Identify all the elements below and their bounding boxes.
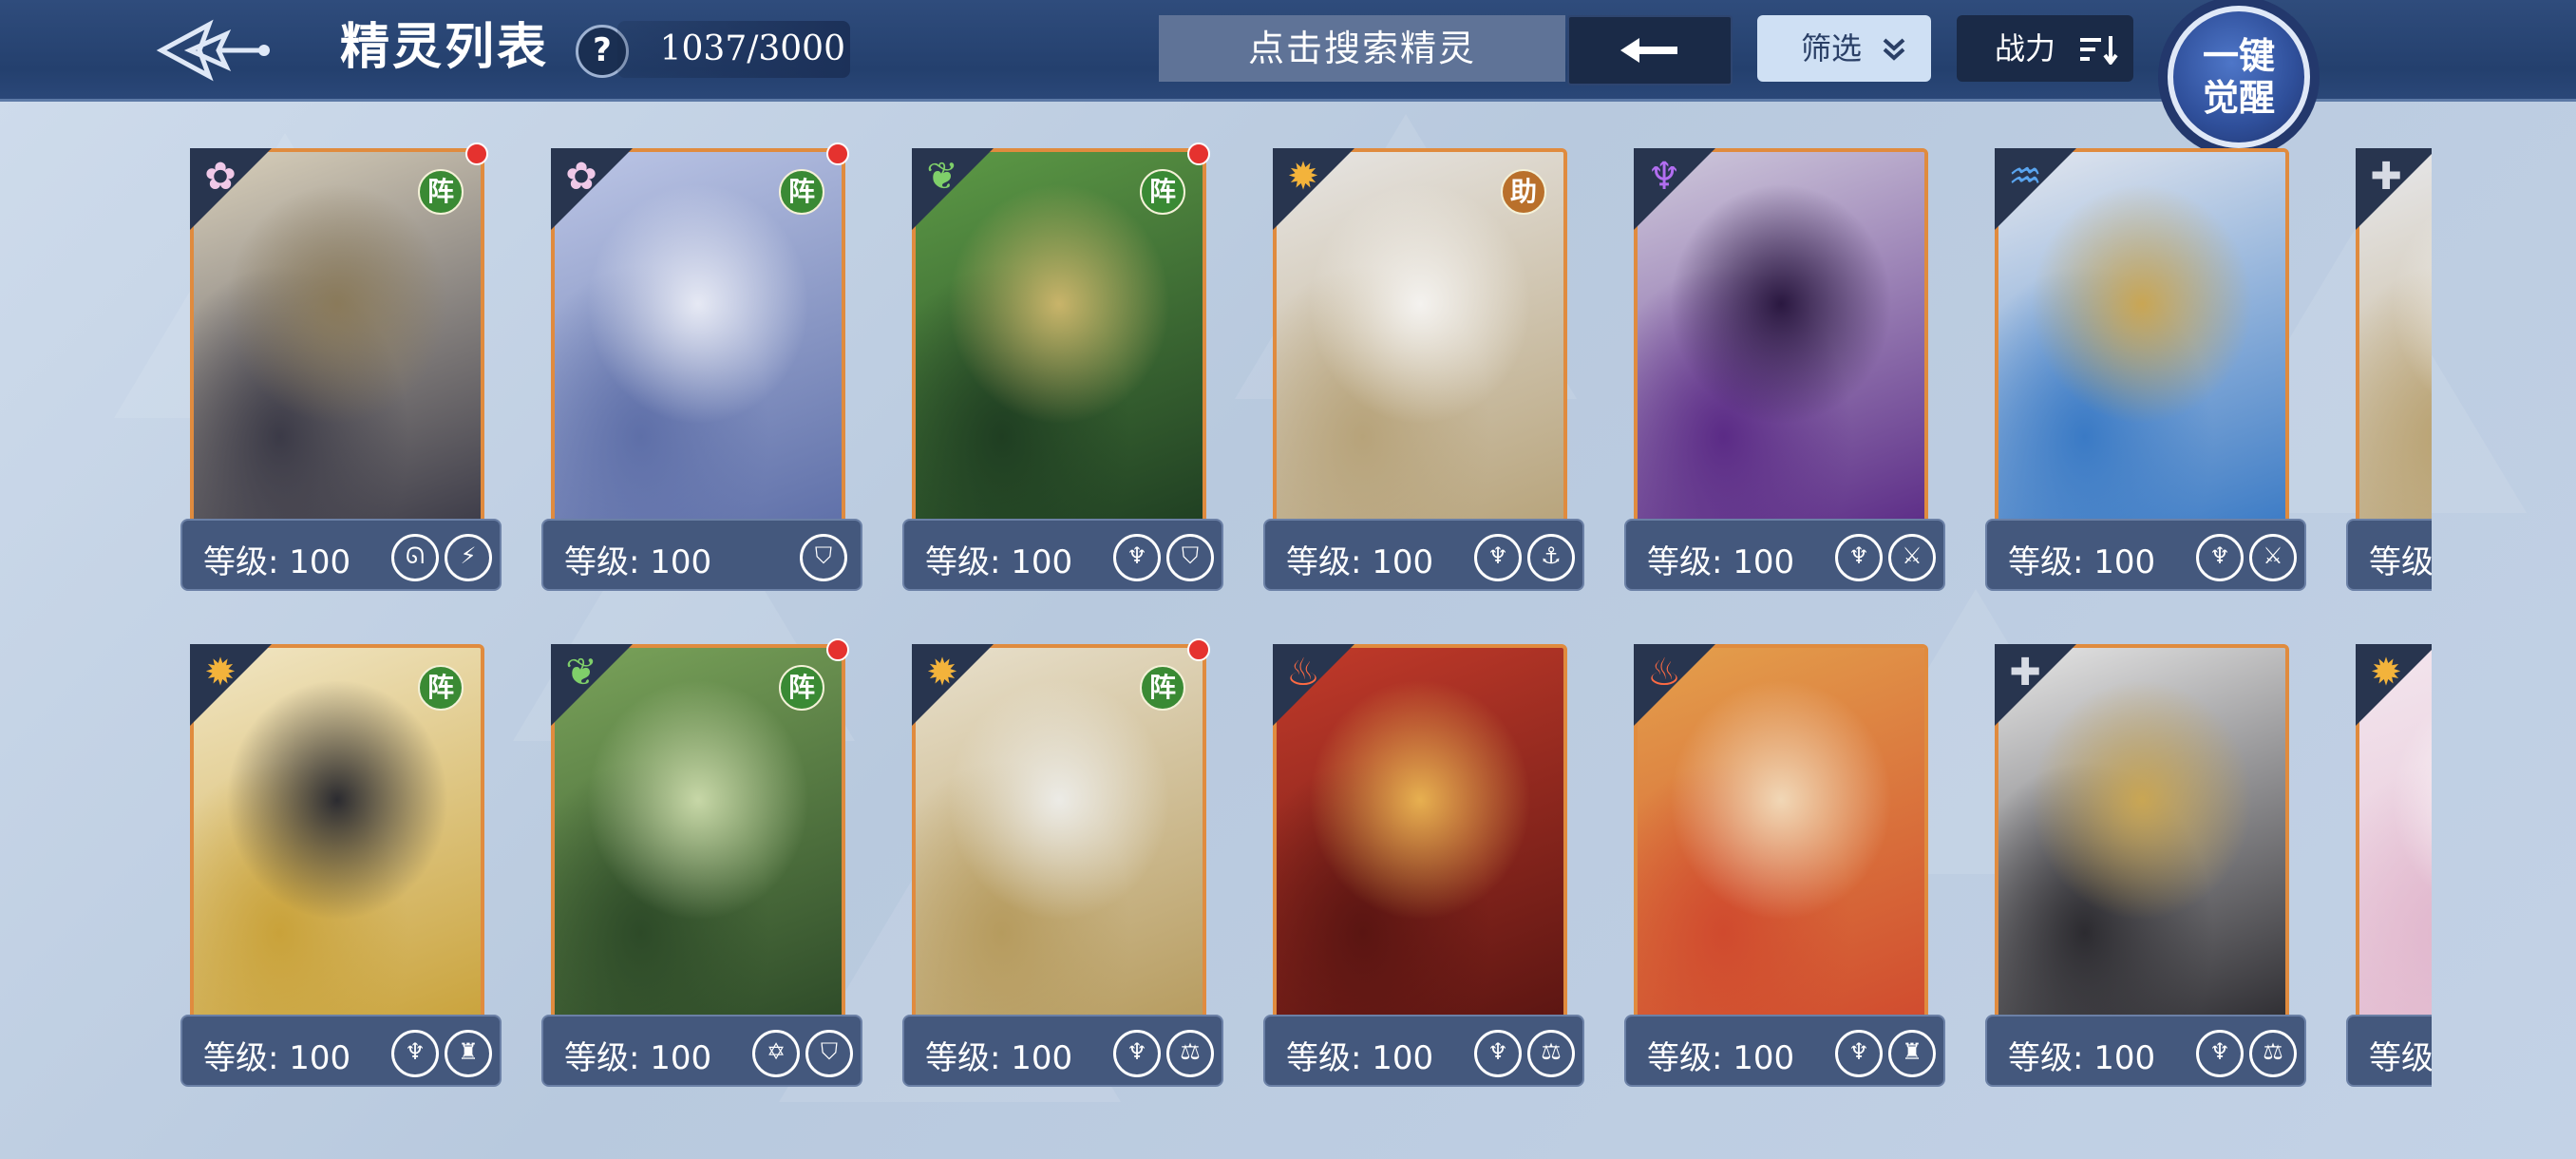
spirit-card[interactable]: ✹ 等级 (2346, 644, 2432, 1100)
spirit-card[interactable]: ✿ 阵等级: 100 ⛉ (541, 142, 864, 604)
trident-icon: ♆ (1113, 1030, 1161, 1077)
trident-icon: ♆ (1835, 1030, 1883, 1077)
spirit-card[interactable]: ✿ 阵等级: 100 ᘏ ⚡ (180, 142, 503, 604)
demon-icon: ♆ (1647, 155, 1681, 199)
shield-icon: ⛉ (800, 534, 847, 581)
spirit-card[interactable]: ✹ 阵等级: 100 ♆ ⚖ (902, 638, 1225, 1100)
cross-icon: ✚ (2009, 651, 2041, 694)
notification-dot (1187, 142, 1210, 165)
fire-icon: ♨ (1286, 651, 1320, 694)
spirit-card[interactable]: ✹ 助等级: 100 ♆ ⚓ (1263, 148, 1586, 604)
level-text: 等级: 100 (1286, 543, 1434, 581)
sun-icon: ✹ (1287, 155, 1319, 199)
level-plate: 等级: 100 ᘏ ⚡ (180, 519, 502, 591)
spirit-grid: ✿ 阵等级: 100 ᘏ ⚡ ✿ 阵等级: 100 ⛉ ❦ 阵等级: 100 ♆ ⛉ ✹ 助等级: 10… (0, 0, 2432, 1159)
trident-icon: ♆ (1474, 534, 1522, 581)
team-badge: 阵 (779, 169, 824, 215)
scale-icon: ⚖ (1166, 1030, 1214, 1077)
star-icon: ✡ (752, 1030, 800, 1077)
sun-icon: ✹ (204, 651, 237, 694)
level-text: 等级: 100 (564, 1039, 712, 1077)
trident-icon: ♆ (1474, 1030, 1522, 1077)
spirit-card[interactable]: ❦ 阵等级: 100 ♆ ⛉ (902, 142, 1225, 604)
team-badge: 阵 (1140, 169, 1185, 215)
lightning-icon: ⚡ (445, 534, 492, 581)
trident-icon: ♆ (2196, 1030, 2244, 1077)
level-plate: 等级 (2346, 1015, 2432, 1087)
level-text: 等级 (2369, 543, 2432, 581)
level-plate: 等级: 100 ♆ ⚖ (1985, 1015, 2306, 1087)
team-badge: 阵 (1140, 665, 1185, 711)
leaf-icon: ❦ (565, 651, 597, 694)
scale-icon: ⚖ (2249, 1030, 2297, 1077)
trident-icon: ♆ (391, 1030, 439, 1077)
level-plate: 等级: 100 ♆ ⚓ (1263, 519, 1584, 591)
level-plate: 等级 (2346, 519, 2432, 591)
spirit-card[interactable]: ♨ 等级: 100 ♆ ♜ (1624, 644, 1947, 1100)
notification-dot (1187, 638, 1210, 661)
spirit-card[interactable]: ✚ 等级: 100 ♆ ⚖ (1985, 644, 2308, 1100)
trident-icon: ♆ (1113, 534, 1161, 581)
crystal-icon: ✿ (204, 155, 237, 199)
team-badge: 阵 (418, 665, 464, 711)
level-plate: 等级: 100 ✡ ⛉ (541, 1015, 862, 1087)
level-plate: 等级: 100 ♆ ⛉ (902, 519, 1223, 591)
notification-dot (465, 142, 488, 165)
level-text: 等级: 100 (2008, 543, 2156, 581)
leaf-icon: ❦ (926, 155, 958, 199)
team-badge: 助 (1501, 169, 1546, 215)
sun-icon: ✹ (2370, 651, 2402, 694)
team-badge: 阵 (418, 169, 464, 215)
warrior-icon: ♜ (445, 1030, 492, 1077)
claw-icon: ⚔ (2249, 534, 2297, 581)
level-text: 等级 (2369, 1039, 2432, 1077)
crystal-icon: ✿ (565, 155, 597, 199)
level-plate: 等级: 100 ♆ ♜ (1624, 1015, 1945, 1087)
level-text: 等级: 100 (925, 543, 1073, 581)
level-plate: 等级: 100 ♆ ⚔ (1624, 519, 1945, 591)
dragon-icon: ᘏ (391, 534, 439, 581)
level-text: 等级: 100 (1647, 543, 1795, 581)
water-icon: ♒ (2008, 155, 2042, 199)
level-text: 等级: 100 (203, 1039, 351, 1077)
fire-icon: ♨ (1647, 651, 1681, 694)
level-text: 等级: 100 (1286, 1039, 1434, 1077)
spirit-card[interactable]: ✚ 等级 (2346, 148, 2432, 604)
claw-icon: ⚔ (1888, 534, 1936, 581)
spirit-card[interactable]: ❦ 阵等级: 100 ✡ ⛉ (541, 638, 864, 1100)
level-plate: 等级: 100 ♆ ⚖ (902, 1015, 1223, 1087)
sun-icon: ✹ (926, 651, 958, 694)
team-badge: 阵 (779, 665, 824, 711)
spirit-card[interactable]: ♨ 等级: 100 ♆ ⚖ (1263, 644, 1586, 1100)
level-plate: 等级: 100 ♆ ⚖ (1263, 1015, 1584, 1087)
level-text: 等级: 100 (564, 543, 712, 581)
spirit-card[interactable]: ✹ 阵等级: 100 ♆ ♜ (180, 644, 503, 1100)
shield-icon: ⛉ (1166, 534, 1214, 581)
trident-icon: ♆ (1835, 534, 1883, 581)
trident-icon: ♆ (2196, 534, 2244, 581)
level-text: 等级: 100 (203, 543, 351, 581)
shield-icon: ⛉ (805, 1030, 853, 1077)
level-plate: 等级: 100 ♆ ♜ (180, 1015, 502, 1087)
level-plate: 等级: 100 ♆ ⚔ (1985, 519, 2306, 591)
notification-dot (826, 142, 849, 165)
anchor-icon: ⚓ (1527, 534, 1575, 581)
scale-icon: ⚖ (1527, 1030, 1575, 1077)
cross-icon: ✚ (2370, 155, 2402, 199)
spirit-card[interactable]: ♒ 等级: 100 ♆ ⚔ (1985, 148, 2308, 604)
level-plate: 等级: 100 ⛉ (541, 519, 862, 591)
level-text: 等级: 100 (2008, 1039, 2156, 1077)
notification-dot (826, 638, 849, 661)
spirit-card[interactable]: ♆ 等级: 100 ♆ ⚔ (1624, 148, 1947, 604)
level-text: 等级: 100 (925, 1039, 1073, 1077)
level-text: 等级: 100 (1647, 1039, 1795, 1077)
warrior-icon: ♜ (1888, 1030, 1936, 1077)
